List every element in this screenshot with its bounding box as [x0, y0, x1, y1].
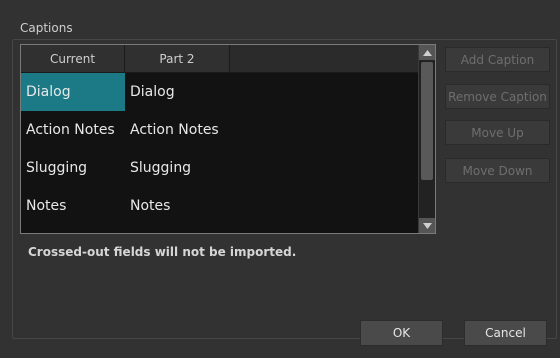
arrow-up-icon	[422, 49, 432, 56]
table-row[interactable]: Dialog Dialog	[21, 73, 418, 111]
ok-button[interactable]: OK	[360, 320, 443, 346]
add-caption-button[interactable]: Add Caption	[445, 47, 550, 72]
cell-part2-dialog[interactable]: Dialog	[125, 73, 325, 111]
vertical-scrollbar[interactable]	[418, 45, 435, 233]
captions-group-title: Captions	[20, 21, 73, 35]
table-body: Dialog Dialog Action Notes Action Notes …	[21, 73, 418, 225]
column-header-filler	[230, 45, 418, 73]
table-row[interactable]: Action Notes Action Notes	[21, 111, 418, 149]
cell-current-notes[interactable]: Notes	[21, 187, 125, 225]
cell-current-dialog[interactable]: Dialog	[21, 73, 125, 111]
column-header-part-2[interactable]: Part 2	[125, 45, 230, 73]
table-header: Current Part 2	[21, 45, 418, 73]
scrollbar-thumb[interactable]	[421, 62, 433, 180]
move-down-button[interactable]: Move Down	[445, 158, 550, 183]
move-up-button[interactable]: Move Up	[445, 120, 550, 145]
scroll-up-button[interactable]	[419, 45, 435, 60]
cell-current-slugging[interactable]: Slugging	[21, 149, 125, 187]
scroll-down-button[interactable]	[419, 218, 435, 233]
table-row[interactable]: Slugging Slugging	[21, 149, 418, 187]
arrow-down-icon	[422, 222, 432, 229]
captions-table[interactable]: Current Part 2 Dialog Dialog Action Note…	[20, 44, 436, 234]
table-row[interactable]: Notes Notes	[21, 187, 418, 225]
cell-part2-slugging[interactable]: Slugging	[125, 149, 325, 187]
cell-part2-notes[interactable]: Notes	[125, 187, 325, 225]
crossed-out-note: Crossed-out fields will not be imported.	[28, 245, 297, 259]
cell-current-action-notes[interactable]: Action Notes	[21, 111, 125, 149]
remove-caption-button[interactable]: Remove Caption	[445, 84, 550, 109]
cell-part2-action-notes[interactable]: Action Notes	[125, 111, 325, 149]
cancel-button[interactable]: Cancel	[464, 320, 547, 346]
column-header-current[interactable]: Current	[21, 45, 125, 73]
